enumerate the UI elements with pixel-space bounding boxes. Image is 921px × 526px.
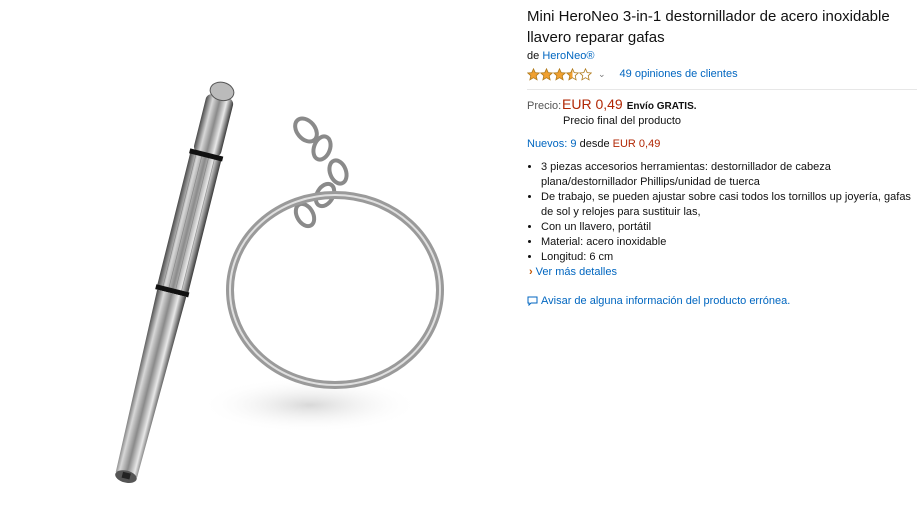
brand-link[interactable]: HeroNeo®	[542, 50, 594, 62]
product-details: Mini HeroNeo 3-in-1 destornillador de ac…	[527, 6, 917, 307]
keychain-chain	[293, 116, 349, 229]
star-icon	[566, 67, 579, 81]
from-price: EUR 0,49	[612, 138, 661, 150]
star-icon	[527, 67, 540, 81]
price-value: EUR 0,49	[562, 96, 623, 112]
screwdriver	[115, 81, 235, 483]
shipping-text: Envío GRATIS.	[626, 101, 697, 112]
comment-icon	[527, 296, 538, 306]
chevron-down-icon[interactable]: ⌄	[598, 69, 606, 80]
new-offers-label: Nuevos:	[527, 138, 568, 150]
star-rating[interactable]	[527, 67, 592, 81]
by-prefix: de	[527, 50, 540, 62]
chevron-right-icon: ›	[529, 266, 533, 278]
new-offers-link[interactable]: Nuevos: 9	[527, 138, 577, 150]
divider	[527, 89, 917, 90]
price-label: Precio:	[527, 100, 562, 112]
key-ring	[226, 191, 444, 389]
price-note: Precio final del producto	[563, 115, 682, 127]
new-offers-count: 9	[570, 138, 577, 150]
star-icon	[553, 67, 566, 81]
report-row: Avisar de alguna información del product…	[527, 295, 917, 307]
list-item: 3 piezas accesorios herramientas: destor…	[541, 160, 917, 190]
rating-row: ⌄ 49 opiniones de clientes	[527, 66, 917, 82]
report-link[interactable]: Avisar de alguna información del product…	[541, 295, 790, 307]
star-icon	[579, 67, 592, 81]
star-icon	[540, 67, 553, 81]
more-details: › Ver más detalles	[529, 266, 917, 278]
list-item: De trabajo, se pueden ajustar sobre casi…	[541, 190, 917, 220]
feature-bullets: 3 piezas accesorios herramientas: destor…	[527, 160, 917, 265]
list-item: Con un llavero, portátil	[541, 220, 917, 235]
list-item: Longitud: 6 cm	[541, 250, 917, 265]
new-offers: Nuevos: 9 desde EUR 0,49	[527, 138, 917, 150]
more-details-link[interactable]: Ver más detalles	[536, 266, 617, 278]
list-item: Material: acero inoxidable	[541, 235, 917, 250]
product-title: Mini HeroNeo 3-in-1 destornillador de ac…	[527, 8, 890, 46]
from-text: desde	[579, 138, 610, 150]
product-image[interactable]	[0, 0, 510, 526]
reviews-link[interactable]: 49 opiniones de clientes	[620, 68, 738, 80]
byline: de HeroNeo®	[527, 49, 917, 63]
price-row: Precio: EUR 0,49 Envío GRATIS.	[527, 96, 917, 112]
